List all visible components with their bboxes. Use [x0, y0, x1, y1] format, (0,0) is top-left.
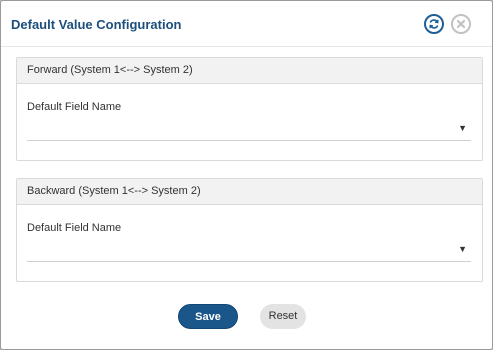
- backward-panel-header: Backward (System 1<--> System 2): [17, 179, 482, 205]
- save-button[interactable]: Save: [178, 304, 238, 329]
- close-icon: [456, 19, 466, 29]
- forward-field-label: Default Field Name: [27, 101, 122, 113]
- dialog-title: Default Value Configuration: [11, 17, 182, 32]
- backward-field-label: Default Field Name: [27, 222, 122, 234]
- close-button[interactable]: [451, 14, 471, 34]
- backward-panel: Backward (System 1<--> System 2) Default…: [16, 178, 483, 282]
- forward-panel: Forward (System 1<--> System 2) Default …: [16, 57, 483, 161]
- backward-field-select[interactable]: ▼: [27, 241, 471, 262]
- default-value-dialog: Default Value Configuration Forward (Sys…: [0, 0, 493, 350]
- refresh-icon: [429, 19, 439, 29]
- dialog-header: Default Value Configuration: [1, 1, 492, 47]
- forward-panel-header: Forward (System 1<--> System 2): [17, 58, 482, 84]
- forward-field-select[interactable]: ▼: [27, 120, 471, 141]
- chevron-down-icon: ▼: [458, 244, 467, 254]
- chevron-down-icon: ▼: [458, 123, 467, 133]
- reset-button[interactable]: Reset: [260, 304, 306, 329]
- refresh-button[interactable]: [424, 14, 444, 34]
